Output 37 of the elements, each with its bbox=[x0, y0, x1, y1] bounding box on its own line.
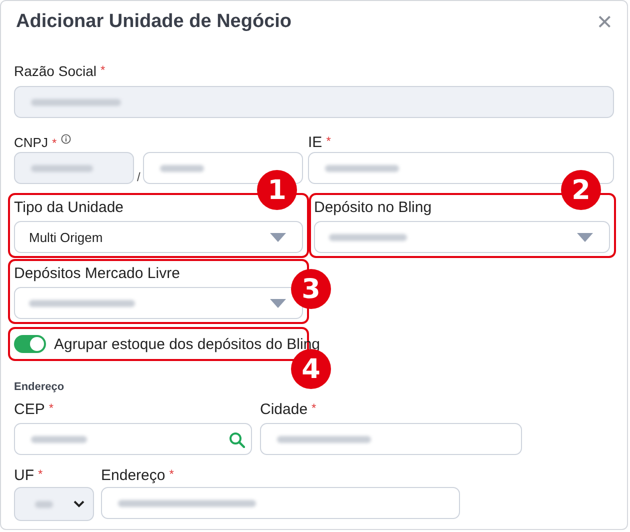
select-field[interactable]: Multi Origem bbox=[14, 221, 303, 253]
select-field[interactable] bbox=[14, 287, 303, 319]
dropdown-icon bbox=[270, 232, 286, 242]
chevron-down-icon bbox=[73, 500, 85, 508]
modal-title: Adicionar Unidade de Negócio bbox=[16, 11, 292, 33]
input-field[interactable] bbox=[101, 487, 460, 519]
input-field[interactable] bbox=[260, 423, 522, 455]
field-label: Cidade bbox=[260, 401, 308, 418]
select-field[interactable] bbox=[314, 221, 610, 253]
field-label: Depósito no Bling bbox=[314, 199, 432, 216]
field-label: Tipo da Unidade bbox=[14, 199, 124, 216]
search-icon[interactable] bbox=[229, 432, 245, 448]
dropdown-icon bbox=[270, 298, 286, 308]
required-mark: * bbox=[169, 467, 174, 481]
field-label: Depósitos Mercado Livre bbox=[14, 265, 180, 282]
number-badge: 2 bbox=[561, 170, 601, 210]
input-field[interactable] bbox=[14, 423, 252, 455]
dropdown-icon bbox=[577, 232, 593, 242]
toggle-switch[interactable] bbox=[14, 335, 46, 353]
number-badge: 4 bbox=[291, 349, 331, 389]
info-icon[interactable] bbox=[60, 134, 71, 144]
required-mark: * bbox=[100, 63, 106, 77]
number-badge: 1 bbox=[257, 170, 297, 210]
required-mark: * bbox=[312, 401, 316, 415]
field-label: IE bbox=[308, 134, 322, 151]
required-mark: * bbox=[326, 134, 331, 148]
required-mark: * bbox=[38, 467, 43, 481]
required-mark: * bbox=[52, 136, 57, 150]
field-label: CEP bbox=[14, 401, 45, 418]
number-badge: 3 bbox=[291, 269, 331, 309]
field-label: UF bbox=[14, 467, 34, 484]
field-label: CNPJ bbox=[14, 135, 48, 150]
field-label: Razão Social bbox=[14, 63, 96, 79]
field-label: Endereço bbox=[101, 467, 166, 484]
section-title: Endereço bbox=[14, 381, 66, 393]
separator-text: / bbox=[137, 170, 140, 184]
required-mark: * bbox=[48, 401, 54, 415]
